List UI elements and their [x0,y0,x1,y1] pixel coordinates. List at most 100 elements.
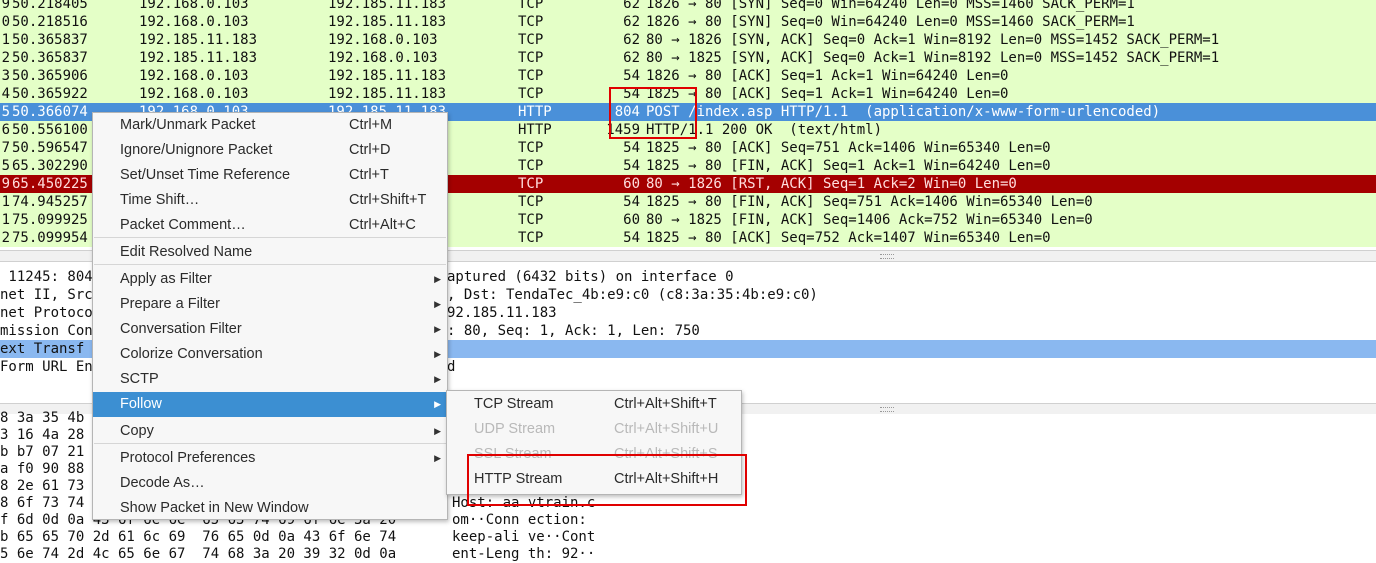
packet-info: 1825 → 80 [ACK] Seq=1 Ack=1 Win=64240 Le… [646,86,1009,102]
menu-item-label: Show Packet in New Window [120,500,309,516]
detail-value: : 80, Seq: 1, Ack: 1, Len: 750 [447,323,700,339]
packet-destination: 192.185.11.183 [328,86,447,102]
packet-length: 62 [623,32,640,48]
packet-number: 5 [1,104,10,120]
packet-row[interactable]: 9 50.218405 192.168.0.103 192.185.11.183 TCP… [0,0,1376,13]
menu-item-label: Apply as Filter [120,271,212,287]
packet-number: 2 [1,50,10,66]
packet-protocol: TCP [518,14,544,30]
packet-length: 62 [623,50,640,66]
submenu-arrow-icon: ▶ [434,374,441,384]
packet-protocol: TCP [518,0,544,12]
packet-info: 80 → 1826 [RST, ACK] Seq=1 Ack=2 Win=0 L… [646,176,1017,192]
menu-item-label: Copy [120,423,154,439]
packet-row[interactable]: 1 50.365837 192.185.11.183 192.168.0.103 TCP… [0,31,1376,49]
packet-number: 1 [1,32,10,48]
bytes-row: b 65 65 70 2d 61 6c 69 76 65 0d 0a 43 6f… [0,529,1376,546]
menu-item-colorize-conversation[interactable]: Colorize Conversation ▶ [93,342,447,367]
menu-item-apply-as-filter[interactable]: Apply as Filter ▶ [93,267,447,292]
bytes-ascii: om··Conn ection: [452,512,596,528]
packet-source: 192.168.0.103 [139,0,249,12]
packet-protocol: TCP [518,158,544,174]
packet-destination: 192.185.11.183 [328,68,447,84]
detail-label: Form URL En [0,359,93,375]
menu-item-label: Protocol Preferences [120,450,256,466]
packet-destination: 192.185.11.183 [328,0,447,12]
menu-item-sctp[interactable]: SCTP ▶ [93,367,447,392]
packet-number: 9 [1,0,10,12]
packet-info: 80 → 1825 [SYN, ACK] Seq=0 Ack=1 Win=819… [646,50,1220,66]
menu-item-time-shift[interactable]: Time Shift… Ctrl+Shift+T [93,188,447,213]
packet-source: 192.168.0.103 [139,68,249,84]
menu-item-label: Set/Unset Time Reference [120,167,291,183]
menu-item-label: Mark/Unmark Packet [120,117,256,133]
packet-row[interactable]: 3 50.365906 192.168.0.103 192.185.11.183 TCP… [0,67,1376,85]
menu-item-label: Follow [120,396,162,412]
detail-label: mission Con [0,323,93,339]
packet-info: 80 → 1826 [SYN, ACK] Seq=0 Ack=1 Win=819… [646,32,1220,48]
submenu-arrow-icon: ▶ [434,399,441,409]
packet-row[interactable]: 2 50.365837 192.185.11.183 192.168.0.103 TCP… [0,49,1376,67]
packet-number: 4 [1,86,10,102]
bytes-hex: 5 6e 74 2d 4c 65 6e 67 74 68 3a 20 39 32… [0,546,397,562]
packet-number: 6 [1,122,10,138]
menu-item-protocol-preferences[interactable]: Protocol Preferences ▶ [93,446,447,471]
submenu-arrow-icon: ▶ [434,426,441,436]
packet-context-menu: Mark/Unmark Packet Ctrl+M Ignore/Unignore … [92,112,448,520]
packet-length: 54 [623,68,640,84]
packet-time: 75.099954 [12,230,88,246]
packet-time: 74.945257 [12,194,88,210]
packet-number: 1 [1,212,10,228]
menu-item-conversation-filter[interactable]: Conversation Filter ▶ [93,317,447,342]
packet-row[interactable]: 0 50.218516 192.168.0.103 192.185.11.183 TCP… [0,13,1376,31]
packet-time: 50.365906 [12,68,88,84]
packet-info: 1826 → 80 [SYN] Seq=0 Win=64240 Len=0 MS… [646,14,1135,30]
bytes-hex: 8 3a 35 4b [0,410,85,426]
menu-item-follow[interactable]: Follow ▶ [93,392,447,417]
packet-info: 1825 → 80 [FIN, ACK] Seq=751 Ack=1406 Wi… [646,194,1093,210]
menu-item-set-unset-time-reference[interactable]: Set/Unset Time Reference Ctrl+T [93,163,447,188]
packet-source: 192.185.11.183 [139,32,258,48]
packet-protocol: TCP [518,32,544,48]
packet-info: 1825 → 80 [ACK] Seq=751 Ack=1406 Win=653… [646,140,1051,156]
packet-source: 192.168.0.103 [139,86,249,102]
menu-item-packet-comment[interactable]: Packet Comment… Ctrl+Alt+C [93,213,447,238]
menu-item-edit-resolved-name[interactable]: Edit Resolved Name [93,240,447,265]
menu-item-label: Edit Resolved Name [120,244,253,260]
menu-item-copy[interactable]: Copy ▶ [93,419,447,444]
detail-label: ext Transf [0,341,85,357]
packet-protocol: TCP [518,86,544,102]
submenu-arrow-icon: ▶ [434,453,441,463]
menu-item-shortcut: Ctrl+D [349,142,391,158]
packet-time: 65.302290 [12,158,88,174]
menu-item-ignore-unignore-packet[interactable]: Ignore/Unignore Packet Ctrl+D [93,138,447,163]
annotation-box-http-stream [467,454,747,506]
packet-number: 9 [1,176,10,192]
packet-number: 5 [1,158,10,174]
submenu-item-tcp-stream[interactable]: TCP Stream Ctrl+Alt+Shift+T [447,392,741,417]
detail-value: d [447,359,456,375]
packet-protocol: TCP [518,140,544,156]
menu-item-label: Prepare a Filter [120,296,220,312]
detail-value: aptured (6432 bits) on interface 0 [447,269,734,285]
menu-item-label: Time Shift… [120,192,200,208]
menu-item-label: Conversation Filter [120,321,242,337]
menu-item-show-packet-in-new-window[interactable]: Show Packet in New Window [93,496,447,521]
detail-label: net II, Src [0,287,93,303]
packet-protocol: TCP [518,50,544,66]
annotation-box-post [609,87,697,139]
bytes-hex: 8 2e 61 73 [0,478,85,494]
packet-length: 62 [623,0,640,12]
submenu-item-label: TCP Stream [474,396,554,412]
packet-protocol: TCP [518,194,544,210]
menu-item-mark-unmark-packet[interactable]: Mark/Unmark Packet Ctrl+M [93,113,447,138]
menu-item-shortcut: Ctrl+Alt+C [349,217,416,233]
menu-item-decode-as[interactable]: Decode As… [93,471,447,496]
menu-item-prepare-a-filter[interactable]: Prepare a Filter ▶ [93,292,447,317]
submenu-item-label: UDP Stream [474,421,556,437]
submenu-arrow-icon: ▶ [434,324,441,334]
detail-value: 92.185.11.183 [447,305,557,321]
menu-item-shortcut: Ctrl+M [349,117,393,133]
detail-label: net Protoco [0,305,93,321]
detail-value: , Dst: TendaTec_4b:e9:c0 (c8:3a:35:4b:e9… [447,287,818,303]
